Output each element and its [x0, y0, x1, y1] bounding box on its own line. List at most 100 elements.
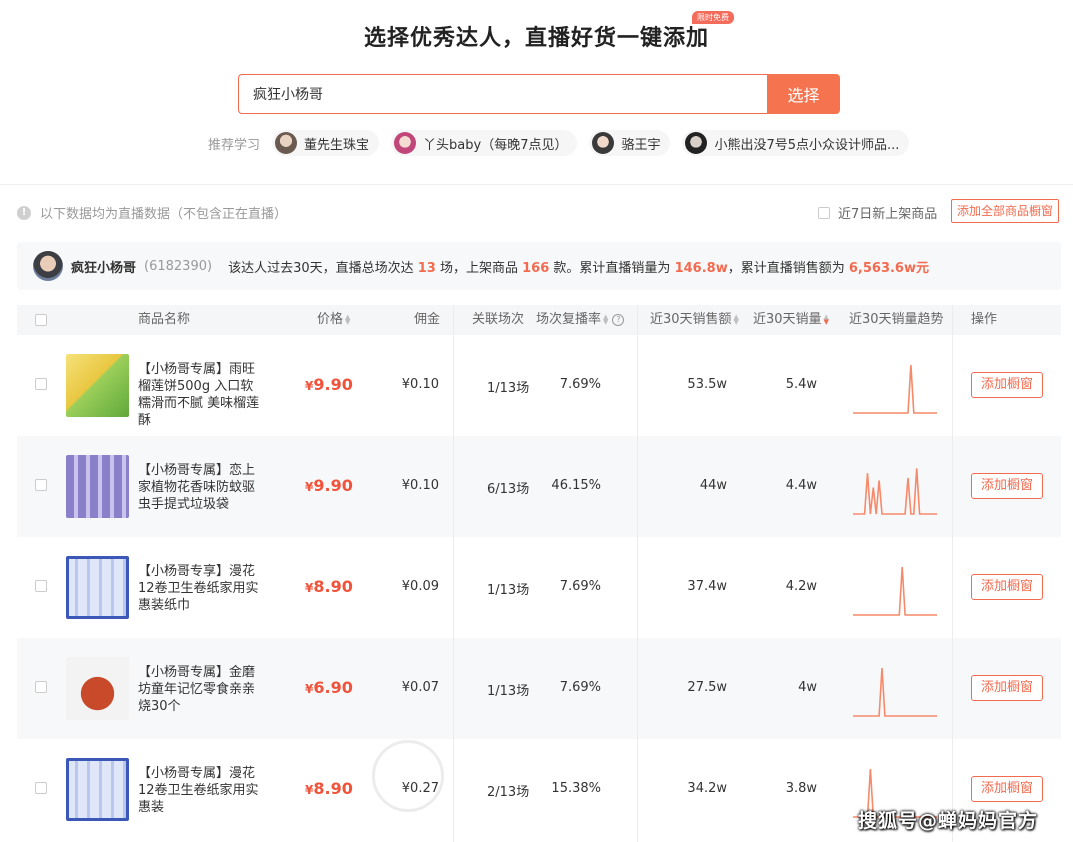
stats-summary: 该达人过去30天，直播总场次达 13 场，上架商品 166 款。累计直播销量为 …: [228, 260, 929, 276]
sessions-value: 6/13场: [487, 482, 530, 497]
row-checkbox[interactable]: [35, 681, 47, 693]
table-row: 【小杨哥专享】漫花12卷卫生卷纸家用实惠装纸巾 ¥8.90 ¥0.09 1/13场 7.…: [17, 537, 1061, 638]
add-to-showcase-button[interactable]: 添加橱窗: [971, 574, 1043, 600]
sales-trend-sparkline: [853, 667, 937, 717]
sales-volume-value: 4.4w: [785, 478, 817, 493]
stat-sales: 146.8w: [674, 260, 728, 276]
product-name[interactable]: 【小杨哥专属】恋上家植物花香味防蚊驱虫手提式垃圾袋: [138, 462, 264, 513]
product-image[interactable]: [66, 354, 129, 417]
sessions-value: 1/13场: [487, 381, 530, 396]
repeat-rate-value: 15.38%: [551, 781, 601, 796]
select-button[interactable]: 选择: [767, 74, 840, 114]
col-sales-amount[interactable]: 近30天销售额 ▲ ▼: [650, 305, 739, 335]
avatar: [592, 132, 615, 154]
notice-text: 以下数据均为直播数据（不包含正在直播）: [40, 207, 288, 222]
repeat-rate-value: 7.69%: [559, 680, 601, 695]
row-checkbox[interactable]: [35, 479, 47, 491]
recommend-chip[interactable]: 董先生珠宝: [272, 130, 380, 156]
data-notice: ! 以下数据均为直播数据（不包含正在直播）: [17, 203, 287, 222]
sales-volume-value: 4w: [798, 680, 817, 695]
col-sales-volume[interactable]: 近30天销量 ▲ ▼: [753, 305, 829, 335]
sales-amount-value: 27.5w: [687, 680, 727, 695]
product-name[interactable]: 【小杨哥专享】漫花12卷卫生卷纸家用实惠装纸巾: [138, 563, 264, 614]
add-to-showcase-button[interactable]: 添加橱窗: [971, 473, 1043, 499]
sales-amount-value: 34.2w: [687, 781, 727, 796]
sales-volume-value: 5.4w: [785, 377, 817, 392]
help-icon: ?: [612, 313, 625, 326]
influencer-stats: 疯狂小杨哥 (6182390) 该达人过去30天，直播总场次达 13 场，上架商…: [17, 242, 1061, 290]
sort-icon: ▲ ▼: [733, 312, 739, 326]
stat-sessions: 13: [417, 260, 436, 276]
trend-line: [853, 667, 937, 717]
table-row: 【小杨哥专属】金磨坊童年记忆零食亲亲烧30个 ¥6.90 ¥0.07 1/13场 7.6…: [17, 638, 1061, 739]
divider: [0, 184, 1073, 185]
column-divider: [637, 305, 638, 842]
product-price: ¥9.90: [305, 476, 353, 495]
row-checkbox[interactable]: [35, 782, 47, 794]
add-all-button[interactable]: 添加全部商品橱窗: [951, 199, 1060, 223]
search-input[interactable]: [238, 74, 767, 114]
search-bar: 选择: [238, 74, 840, 114]
product-image[interactable]: [66, 758, 129, 821]
row-checkbox[interactable]: [35, 378, 47, 390]
row-checkbox[interactable]: [35, 580, 47, 592]
column-divider: [952, 305, 953, 842]
avatar: [394, 132, 417, 154]
col-repeat-rate[interactable]: 场次复播率 ▲ ▼?: [536, 305, 625, 335]
product-name[interactable]: 【小杨哥专属】雨旺榴莲饼500g 入口软糯滑而不腻 美味榴莲酥: [138, 361, 264, 429]
column-divider: [453, 305, 454, 842]
watermark-stamp: [372, 740, 444, 812]
commission-value: ¥0.09: [401, 579, 439, 594]
recommend-row: 推荐学习 董先生珠宝 丫头baby（每晚7点见） 骆王宇 小熊出没7号5点小众设…: [208, 130, 921, 156]
influencer-name[interactable]: 疯狂小杨哥: [71, 257, 136, 276]
new-7-days-filter[interactable]: 近7日新上架商品: [818, 203, 937, 222]
influencer-id: (6182390): [144, 258, 213, 274]
recommend-chip[interactable]: 小熊出没7号5点小众设计师品...: [682, 130, 910, 156]
recommend-chip[interactable]: 骆王宇: [589, 130, 671, 156]
recommend-label: 推荐学习: [208, 137, 261, 153]
recommend-chip[interactable]: 丫头baby（每晚7点见）: [391, 130, 578, 156]
add-to-showcase-button[interactable]: 添加橱窗: [971, 675, 1043, 701]
product-image[interactable]: [66, 455, 129, 518]
sort-icon: ▲ ▼: [823, 312, 829, 326]
add-to-showcase-button[interactable]: 添加橱窗: [971, 372, 1043, 398]
trend-line: [853, 468, 937, 515]
sort-icon: ▲ ▼: [603, 312, 609, 326]
new-7-days-label: 近7日新上架商品: [838, 207, 938, 222]
product-price: ¥8.90: [305, 577, 353, 596]
recommend-chip-label: 小熊出没7号5点小众设计师品...: [714, 137, 900, 153]
sales-volume-value: 4.2w: [785, 579, 817, 594]
repeat-rate-value: 7.69%: [559, 579, 601, 594]
trend-line: [853, 566, 937, 616]
repeat-rate-value: 7.69%: [559, 377, 601, 392]
col-action: 操作: [971, 312, 998, 327]
sessions-value: 1/13场: [487, 684, 530, 699]
sort-icon: ▲ ▼: [345, 312, 351, 326]
product-name[interactable]: 【小杨哥专属】漫花12卷卫生卷纸家用实惠装: [138, 765, 264, 816]
select-all-checkbox[interactable]: [35, 305, 47, 335]
product-image[interactable]: [66, 556, 129, 619]
avatar: [685, 132, 708, 154]
info-icon: !: [17, 205, 31, 220]
product-price: ¥9.90: [305, 375, 353, 394]
stat-products: 166: [522, 260, 550, 276]
free-badge: 限时免费: [692, 11, 734, 24]
product-image[interactable]: [66, 657, 129, 720]
product-name[interactable]: 【小杨哥专属】金磨坊童年记忆零食亲亲烧30个: [138, 664, 264, 715]
sales-amount-value: 53.5w: [687, 377, 727, 392]
table-row: 【小杨哥专属】雨旺榴莲饼500g 入口软糯滑而不腻 美味榴莲酥 ¥9.90 ¥0.1…: [17, 335, 1061, 436]
recommend-chip-label: 骆王宇: [621, 137, 661, 153]
col-price[interactable]: 价格 ▲ ▼: [317, 305, 350, 335]
sales-trend-sparkline: [853, 468, 937, 515]
sales-amount-value: 37.4w: [687, 579, 727, 594]
product-price: ¥6.90: [305, 678, 353, 697]
col-commission: 佣金: [414, 312, 441, 327]
checkbox[interactable]: [818, 206, 830, 219]
page-title: 选择优秀达人，直播好货一键添加: [363, 26, 709, 51]
avatar: [275, 132, 298, 154]
trend-line: [853, 364, 937, 414]
commission-value: ¥0.10: [401, 478, 439, 493]
add-to-showcase-button[interactable]: 添加橱窗: [971, 776, 1043, 802]
product-price: ¥8.90: [305, 779, 353, 798]
col-sessions: 关联场次: [472, 312, 525, 327]
